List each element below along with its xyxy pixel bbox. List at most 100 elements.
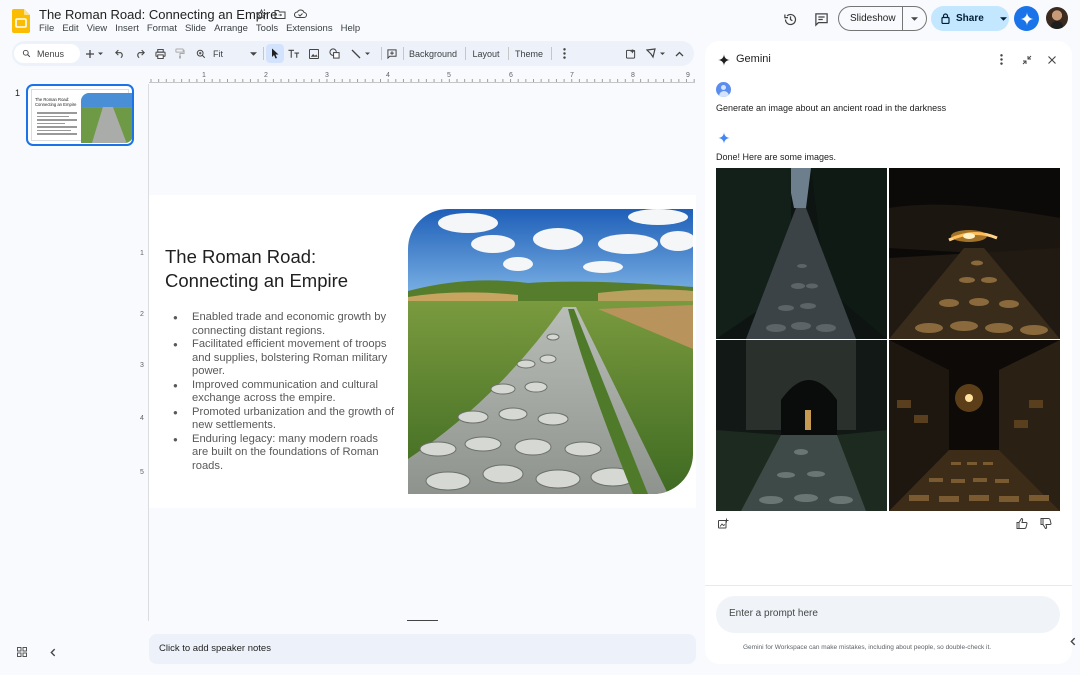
background-button[interactable]: Background (405, 44, 461, 63)
version-history-icon[interactable] (781, 10, 799, 28)
menu-help[interactable]: Help (337, 23, 365, 34)
move-folder-icon[interactable] (274, 8, 286, 20)
cloud-saved-icon[interactable] (294, 8, 307, 20)
close-icon[interactable] (1045, 53, 1058, 66)
print-icon[interactable] (152, 44, 168, 63)
horizontal-ruler: 1 2 3 4 5 6 7 8 9 (149, 71, 695, 83)
thumbnail-bullets (37, 110, 77, 137)
more-options-icon[interactable] (557, 44, 571, 63)
share-label: Share (956, 13, 984, 24)
gemini-disclaimer: Gemini for Workspace can make mistakes, … (743, 644, 992, 651)
ruler-label-9: 9 (686, 72, 690, 79)
minimize-panel-icon[interactable] (1020, 53, 1033, 66)
image-icon[interactable] (306, 44, 322, 63)
menus-search[interactable]: Menus (14, 44, 80, 63)
undo-icon[interactable] (112, 44, 128, 63)
ruler-label-2: 2 (264, 72, 268, 79)
ruler-label-3: 3 (325, 72, 329, 79)
paint-format-icon[interactable] (172, 44, 188, 63)
notes-resize-handle[interactable] (407, 620, 438, 621)
layout-button[interactable]: Layout (468, 44, 504, 63)
slides-logo[interactable] (12, 9, 30, 33)
v-ruler-label-2: 2 (140, 311, 144, 318)
insert-comment-icon[interactable] (384, 44, 400, 63)
slideshow-dropdown-icon[interactable] (903, 16, 926, 21)
chevron-down-icon (250, 51, 257, 56)
menu-edit[interactable]: Edit (58, 23, 82, 34)
new-slide-button[interactable] (82, 44, 108, 63)
bullet-item: Enduring legacy: many modern roads are b… (173, 433, 395, 474)
v-ruler-label-4: 4 (140, 415, 144, 422)
ruler-label-4: 4 (386, 72, 390, 79)
gemini-prompt-input[interactable]: Enter a prompt here (716, 596, 1060, 633)
grid-view-icon[interactable] (16, 646, 28, 658)
share-dropdown-icon[interactable] (997, 16, 1009, 21)
menu-bar: File Edit View Insert Format Slide Arran… (39, 23, 364, 34)
collapse-filmstrip-icon[interactable] (47, 646, 59, 658)
slideshow-label: Slideshow (850, 13, 896, 24)
ruler-label-5: 5 (447, 72, 451, 79)
gemini-toggle-button[interactable] (1014, 6, 1039, 31)
gemini-response: Done! Here are some images. (716, 152, 837, 162)
menu-file[interactable]: File (39, 23, 58, 34)
menu-arrange[interactable]: Arrange (210, 23, 252, 34)
slide-bullet-list[interactable]: Enabled trade and economic growth by con… (173, 311, 395, 473)
generated-image-4[interactable] (889, 340, 1060, 511)
collapse-toolbar-icon[interactable] (671, 44, 687, 63)
redo-icon[interactable] (132, 44, 148, 63)
menus-search-label: Menus (37, 48, 65, 59)
slide-number: 1 (15, 88, 21, 98)
zoom-icon[interactable] (193, 44, 209, 63)
slide-title[interactable]: The Roman Road: Connecting an Empire (165, 245, 385, 293)
bullet-item: Enabled trade and economic growth by con… (173, 311, 395, 338)
add-to-slide-icon[interactable] (623, 44, 639, 63)
bullet-item: Improved communication and cultural exch… (173, 379, 395, 406)
menu-slide[interactable]: Slide (181, 23, 210, 34)
line-tool-button[interactable] (346, 44, 376, 63)
pen-tool-button[interactable] (643, 44, 669, 63)
expand-side-panel-icon[interactable] (1068, 634, 1078, 648)
ruler-label-1: 1 (202, 72, 206, 79)
generated-image-2[interactable] (889, 168, 1060, 339)
menu-view[interactable]: View (83, 23, 111, 34)
menu-tools[interactable]: Tools (252, 23, 282, 34)
generated-image-3[interactable] (716, 340, 887, 511)
panel-divider (705, 585, 1072, 586)
document-title[interactable]: The Roman Road: Connecting an Empire (39, 7, 277, 22)
menu-insert[interactable]: Insert (111, 23, 143, 34)
user-avatar (716, 82, 731, 97)
menu-extensions[interactable]: Extensions (282, 23, 336, 34)
toolbar: Menus Fit Background Layout Theme (12, 41, 694, 66)
speaker-notes[interactable]: Click to add speaker notes (149, 634, 696, 664)
zoom-label: Fit (213, 48, 223, 59)
search-icon (22, 49, 31, 58)
thumbs-down-icon[interactable] (1039, 517, 1052, 529)
bullet-item: Promoted urbanization and the growth of … (173, 406, 395, 433)
star-icon[interactable] (255, 8, 267, 20)
text-box-icon[interactable] (286, 44, 302, 63)
gemini-title: Gemini (736, 53, 771, 65)
theme-button[interactable]: Theme (511, 44, 547, 63)
zoom-select[interactable]: Fit (211, 44, 259, 63)
ruler-label-6: 6 (509, 72, 513, 79)
gemini-sparkle-icon (717, 53, 730, 66)
ruler-label-8: 8 (631, 72, 635, 79)
gemini-more-icon[interactable] (995, 53, 1007, 66)
generated-image-1[interactable] (716, 168, 887, 339)
thumbnail-photo (81, 93, 132, 143)
roman-road-photo[interactable] (408, 209, 693, 494)
menu-format[interactable]: Format (143, 23, 181, 34)
insert-image-icon[interactable] (717, 517, 729, 529)
slideshow-button[interactable]: Slideshow (838, 6, 927, 31)
thumbs-up-icon[interactable] (1015, 517, 1028, 529)
share-button[interactable]: Share (931, 6, 1009, 31)
comments-icon[interactable] (812, 10, 830, 28)
account-avatar[interactable] (1046, 7, 1068, 29)
ruler-label-7: 7 (570, 72, 574, 79)
select-tool-icon[interactable] (266, 44, 284, 63)
v-ruler-label-1: 1 (140, 250, 144, 257)
gemini-response-icon (717, 131, 730, 144)
slide-thumbnail[interactable]: The Roman Road: Connecting an Empire (26, 84, 134, 146)
shape-icon[interactable] (326, 44, 342, 63)
slide-canvas[interactable]: The Roman Road: Connecting an Empire Ena… (149, 195, 696, 508)
